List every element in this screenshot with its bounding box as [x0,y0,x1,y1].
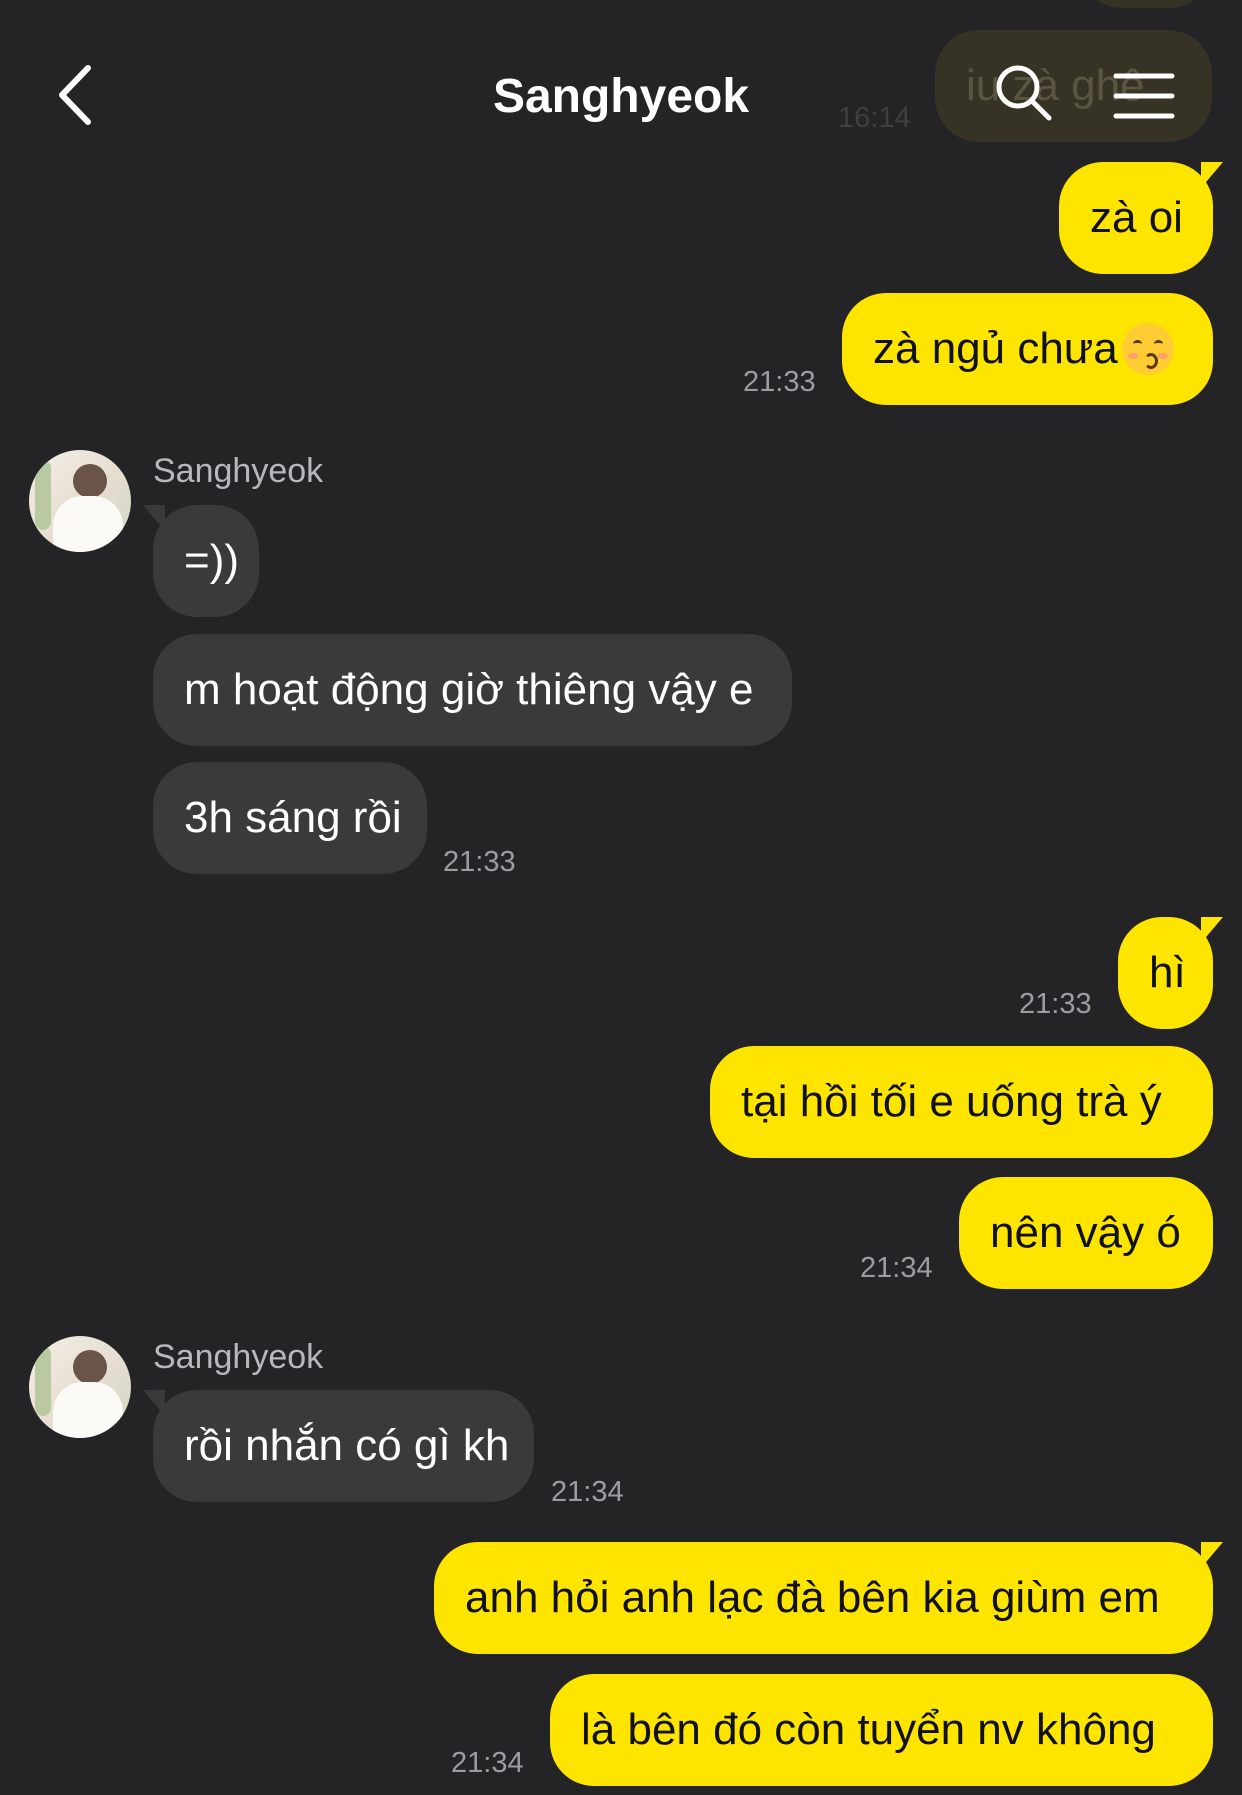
message-bubble-sent[interactable]: zà ngủ chưa [842,293,1213,405]
message-text: zà oi [1090,193,1183,242]
message-bubble-received[interactable]: 3h sáng rồi [153,762,427,874]
message-time: 21:34 [860,1252,933,1284]
avatar[interactable] [29,450,131,552]
message-text: =)) [184,536,239,585]
chat-header: Sanghyeok [0,0,1242,195]
message-time: 21:33 [443,846,516,878]
search-button[interactable] [993,62,1055,124]
message-text: tại hồi tối e uống trà ý [741,1077,1162,1126]
message-bubble-sent[interactable]: anh hỏi anh lạc đà bên kia giùm em [434,1542,1223,1654]
avatar-head [73,464,107,498]
message-time: 21:33 [743,366,816,398]
message-text: m hoạt động giờ thiêng vậy e [184,665,754,714]
message-time: 21:34 [551,1476,624,1508]
avatar-shirt [53,1382,123,1438]
message-bubble-received[interactable]: m hoạt động giờ thiêng vậy e [153,634,792,746]
page-title: Sanghyeok [492,70,750,123]
avatar-plant [35,1346,51,1416]
avatar[interactable] [29,1336,131,1438]
message-text: anh hỏi anh lạc đà bên kia giùm em [465,1573,1160,1622]
message-text: 3h sáng rồi [184,793,402,842]
message-time: 21:34 [451,1747,524,1779]
avatar-plant [35,460,51,530]
avatar-shirt [53,496,123,552]
avatar-head [73,1350,107,1384]
message-bubble-sent[interactable]: nên vậy ó [959,1177,1213,1289]
hamburger-menu-icon [1113,73,1175,119]
search-icon [996,65,1052,121]
message-bubble-sent[interactable]: hì [1118,917,1223,1029]
message-text: là bên đó còn tuyển nv không [581,1705,1156,1754]
chat-area[interactable]: iu zà ghê 16:14 zà oi zà ngủ chưa 21:33 … [0,0,1242,1795]
kissing-face-emoji-icon [1121,323,1174,375]
message-bubble-received[interactable]: =)) [143,505,259,617]
sender-name: Sanghyeok [153,452,324,490]
message-text: rồi nhắn có gì kh [184,1421,510,1470]
message-bubble-received[interactable]: rồi nhắn có gì kh [143,1390,534,1502]
message-text: hì [1149,948,1186,997]
sender-name: Sanghyeok [153,1338,324,1376]
message-bubble-sent[interactable]: là bên đó còn tuyển nv không [550,1674,1213,1786]
message-time: 21:33 [1019,988,1092,1020]
message-bubble-sent[interactable]: tại hồi tối e uống trà ý [710,1046,1213,1158]
message-text: nên vậy ó [990,1208,1181,1257]
message-text: zà ngủ chưa [873,324,1118,373]
menu-button[interactable] [1112,70,1176,122]
